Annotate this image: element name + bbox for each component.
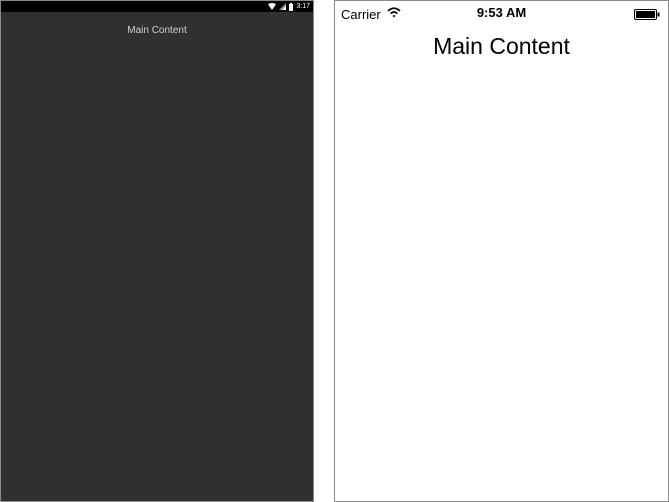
main-content-label: Main Content xyxy=(433,33,570,59)
wifi-icon xyxy=(268,3,277,10)
android-status-icons: 3:17 xyxy=(268,2,310,11)
battery-icon xyxy=(289,2,294,11)
status-time: 9:53 AM xyxy=(476,5,527,20)
battery-icon xyxy=(634,7,660,20)
main-content-label: Main Content xyxy=(127,25,187,36)
status-time: 3:17 xyxy=(296,3,310,10)
android-status-bar: 3:17 xyxy=(1,1,313,12)
ios-screen: Carrier 9:53 AM Main Content xyxy=(334,0,669,502)
signal-icon xyxy=(279,3,287,10)
ios-status-bar: Carrier 9:53 AM xyxy=(335,1,668,23)
android-screen: 3:17 Main Content xyxy=(0,0,314,502)
